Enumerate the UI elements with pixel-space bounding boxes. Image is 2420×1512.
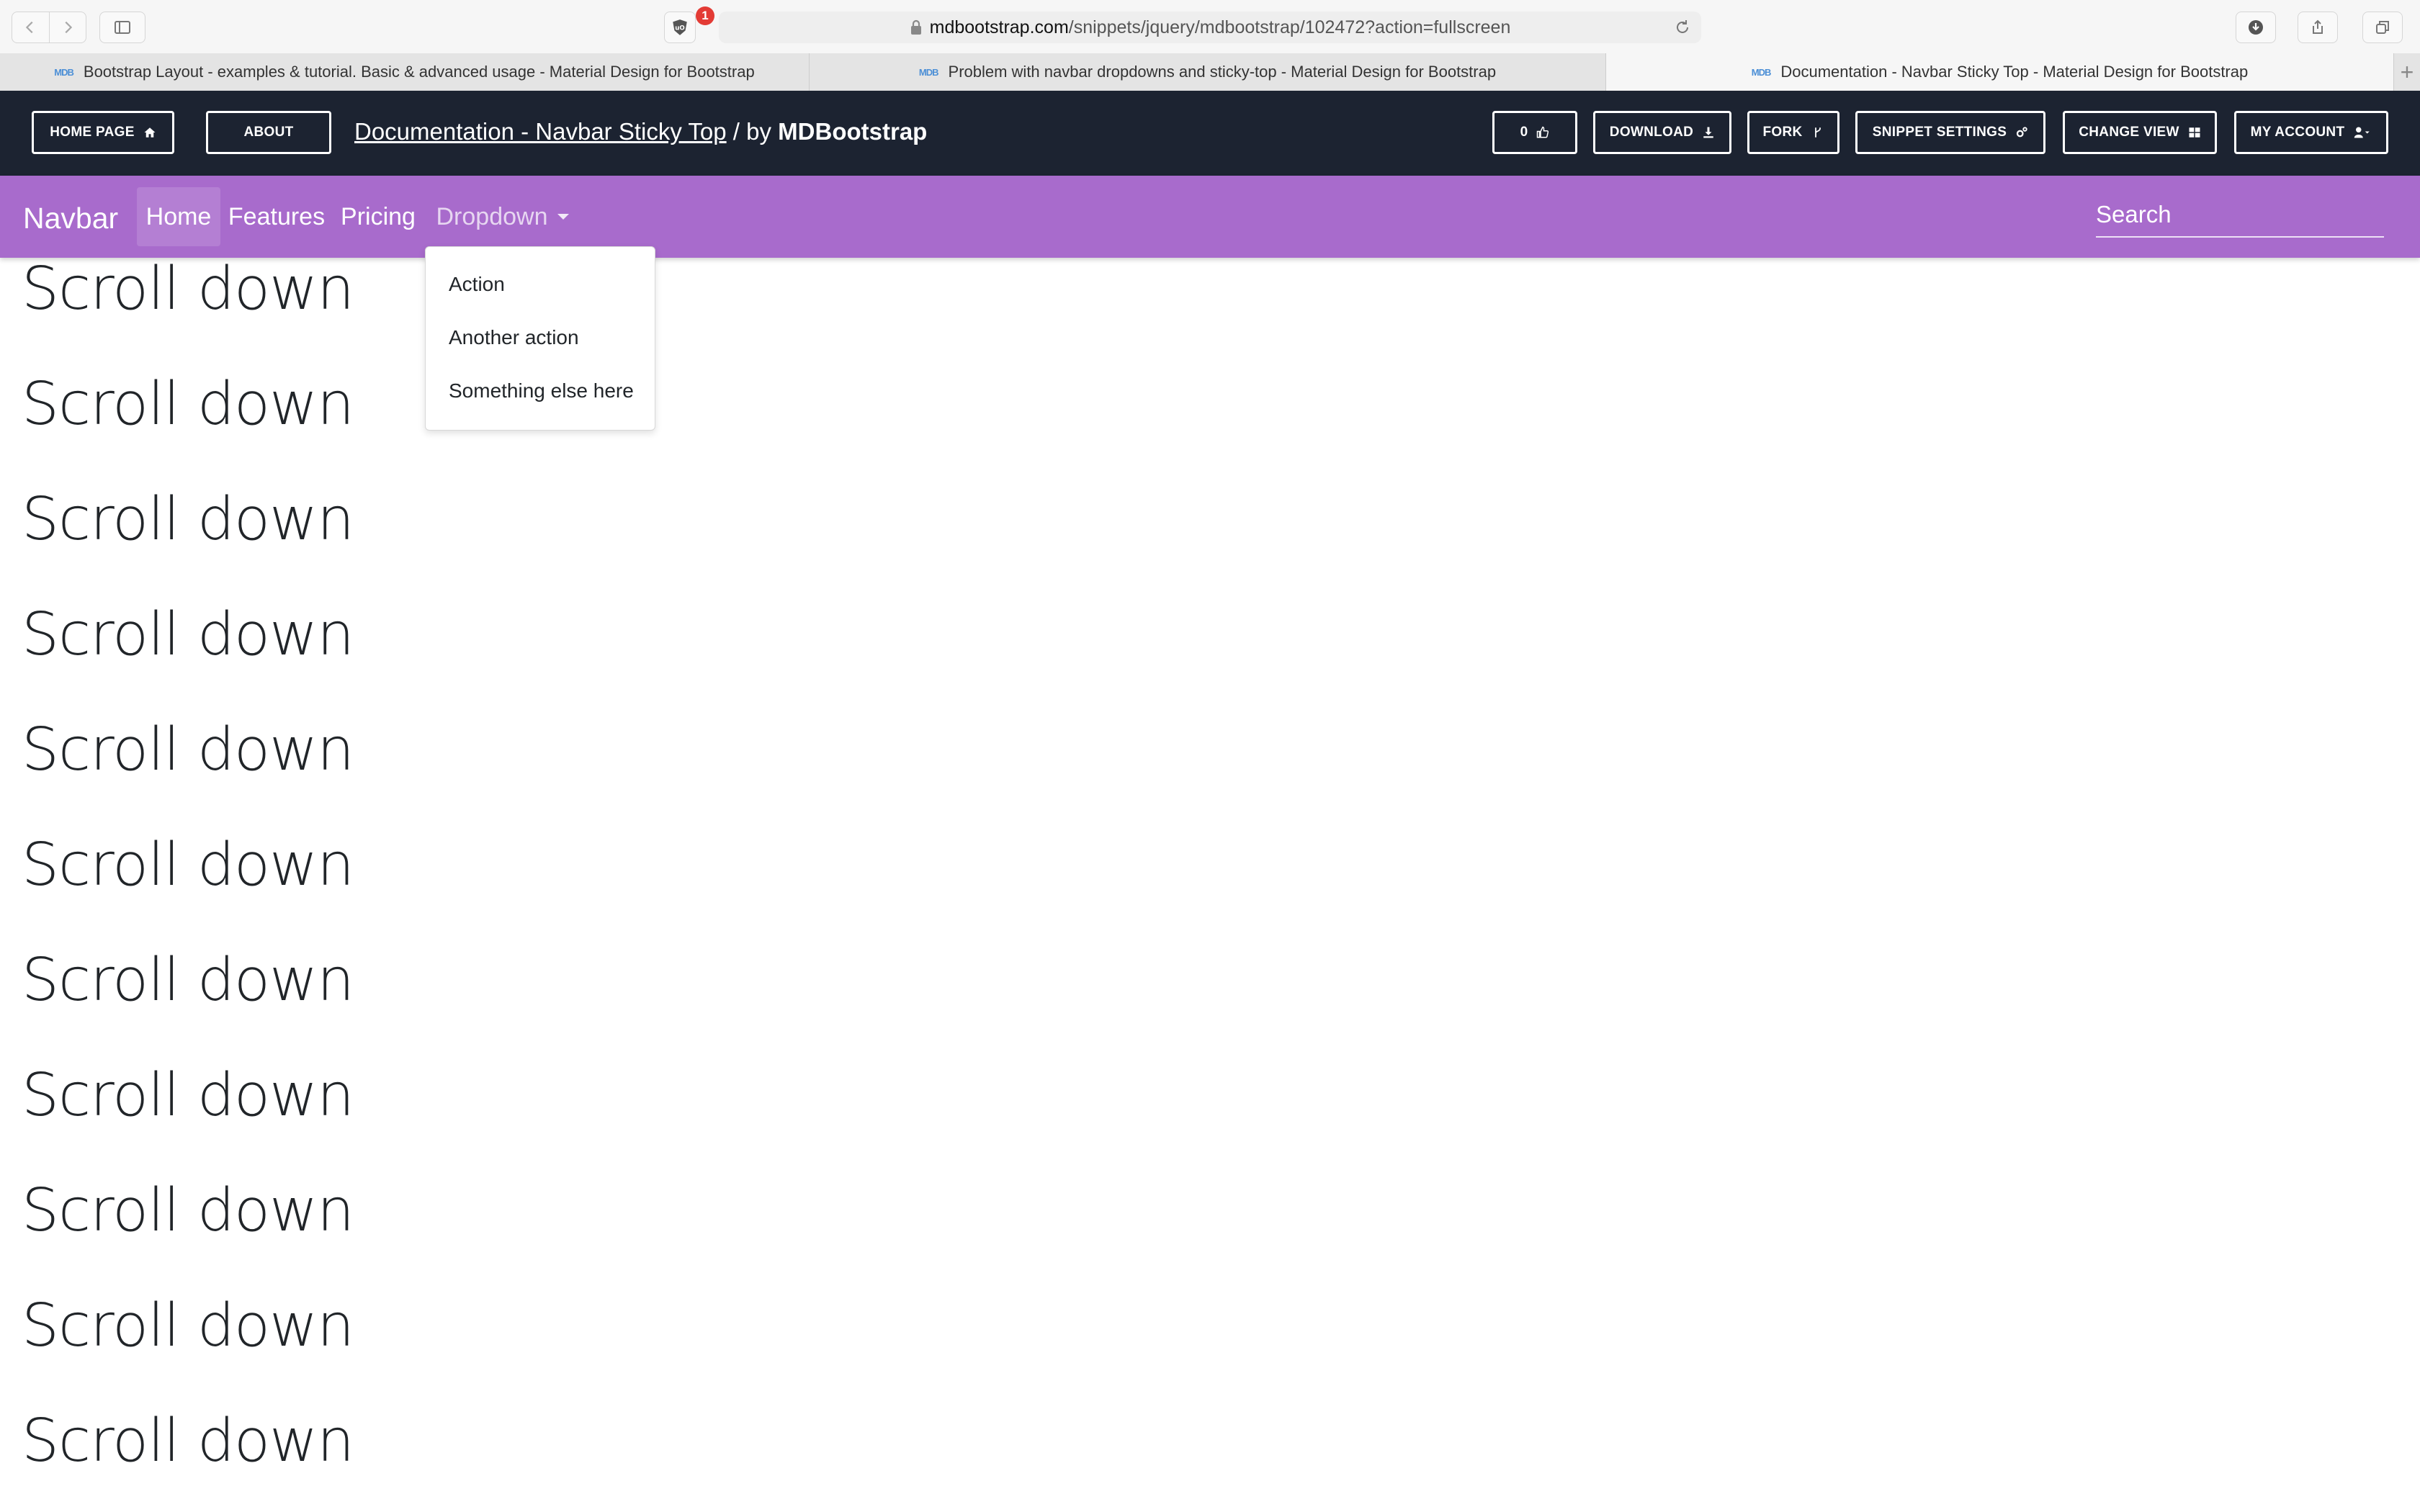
tab-title: Problem with navbar dropdowns and sticky…: [948, 63, 1497, 81]
home-page-button[interactable]: HOME PAGE: [32, 111, 174, 154]
like-button[interactable]: 0: [1492, 111, 1577, 154]
title-separator: / by: [732, 118, 771, 145]
sidebar-toggle-button[interactable]: [99, 12, 145, 43]
content-heading: Scroll down: [22, 1176, 354, 1245]
tab-navbar-dropdowns[interactable]: MDB Problem with navbar dropdowns and st…: [810, 53, 1606, 91]
nav-item-dropdown[interactable]: Dropdown: [432, 187, 573, 246]
extension-badge: 1: [696, 6, 714, 25]
home-icon: [144, 127, 156, 138]
home-page-label: HOME PAGE: [50, 125, 135, 140]
dropdown-item-action[interactable]: Action: [449, 273, 505, 296]
user-icon: [2354, 127, 2370, 138]
share-button[interactable]: [2298, 12, 2338, 43]
tab-navbar-sticky-top[interactable]: MDB Documentation - Navbar Sticky Top - …: [1606, 53, 2394, 91]
navbar-search: [2096, 193, 2384, 245]
content-heading: Scroll down: [22, 716, 354, 784]
lock-icon: [910, 19, 921, 35]
mdb-favicon-icon: MDB: [918, 66, 939, 78]
history-nav: [12, 12, 86, 43]
sticky-navbar: Navbar Home Features Pricing Dropdown: [0, 176, 2420, 258]
download-icon: [2249, 20, 2263, 35]
share-icon: [2313, 19, 2323, 34]
content-heading: Scroll down: [22, 1292, 354, 1360]
svg-text:uO: uO: [675, 24, 685, 32]
download-arrow-icon: [1703, 127, 1713, 138]
download-label: DOWNLOAD: [1609, 125, 1694, 140]
about-button[interactable]: ABOUT: [206, 111, 331, 154]
url-path: /snippets/jquery/mdbootstrap/102472?acti…: [1068, 17, 1511, 37]
snippet-settings-label: SNIPPET SETTINGS: [1872, 125, 2007, 140]
dropdown-item-another-action[interactable]: Another action: [449, 326, 579, 349]
content-heading: Scroll down: [22, 831, 354, 899]
nav-item-pricing[interactable]: Pricing: [339, 187, 418, 246]
browser-toolbar: uO 1 mdbootstrap.com/snippets/jquery/mdb…: [0, 0, 2420, 54]
dropdown-label: Dropdown: [436, 202, 548, 230]
dropdown-menu: Action Another action Something else her…: [425, 246, 655, 431]
dropdown-item-something-else[interactable]: Something else here: [449, 379, 634, 402]
snippet-title: Documentation - Navbar Sticky Top / by M…: [354, 118, 927, 145]
about-label: ABOUT: [243, 125, 294, 140]
tabs-icon: [2376, 21, 2389, 34]
tab-bar: MDB Bootstrap Layout - examples & tutori…: [0, 53, 2420, 91]
snippet-toolbar: HOME PAGE ABOUT Documentation - Navbar S…: [0, 91, 2420, 176]
shield-icon: uO: [673, 19, 687, 35]
fork-button[interactable]: FORK: [1747, 111, 1839, 154]
mdb-favicon-icon: MDB: [54, 66, 74, 78]
my-account-label: MY ACCOUNT: [2250, 125, 2345, 140]
address-bar[interactable]: mdbootstrap.com/snippets/jquery/mdbootst…: [719, 12, 1701, 43]
back-button[interactable]: [12, 12, 50, 42]
caret-down-icon: [557, 214, 570, 220]
nav-item-home[interactable]: Home: [137, 187, 220, 246]
tab-title: Bootstrap Layout - examples & tutorial. …: [83, 63, 755, 81]
content-heading: Scroll down: [22, 370, 354, 438]
content-heading: Scroll down: [22, 255, 354, 323]
navbar-brand[interactable]: Navbar: [23, 202, 118, 235]
fork-icon: [1814, 127, 1821, 138]
my-account-button[interactable]: MY ACCOUNT: [2234, 111, 2388, 154]
mdb-favicon-icon: MDB: [1751, 66, 1772, 78]
extension-button[interactable]: uO: [664, 12, 696, 43]
tab-title: Documentation - Navbar Sticky Top - Mate…: [1780, 63, 2249, 81]
tab-bootstrap-layout[interactable]: MDB Bootstrap Layout - examples & tutori…: [0, 53, 810, 91]
like-count: 0: [1520, 125, 1528, 140]
grid-icon: [2189, 127, 2200, 138]
url-domain: mdbootstrap.com: [929, 17, 1069, 37]
download-button[interactable]: DOWNLOAD: [1593, 111, 1731, 154]
content-heading: Scroll down: [22, 1407, 354, 1475]
content-heading: Scroll down: [22, 946, 354, 1014]
content-heading: Scroll down: [22, 1061, 354, 1130]
nav-item-features[interactable]: Features: [228, 187, 325, 246]
downloads-button[interactable]: [2236, 12, 2276, 43]
change-view-label: CHANGE VIEW: [2079, 125, 2179, 140]
fork-label: FORK: [1762, 125, 1803, 140]
snippet-title-link[interactable]: Documentation - Navbar Sticky Top: [354, 118, 727, 145]
cogs-icon: [2017, 127, 2027, 138]
sidebar-icon: [115, 21, 130, 34]
chevron-right-icon: [65, 21, 72, 34]
snippet-settings-button[interactable]: SNIPPET SETTINGS: [1855, 111, 2045, 154]
reload-icon[interactable]: [1674, 19, 1691, 36]
search-input[interactable]: [2096, 193, 2384, 238]
content-heading: Scroll down: [22, 485, 354, 554]
forward-button[interactable]: [50, 12, 86, 42]
thumbs-up-icon: [1537, 126, 1549, 138]
chevron-left-icon: [26, 21, 33, 34]
change-view-button[interactable]: CHANGE VIEW: [2063, 111, 2217, 154]
new-tab-button[interactable]: +: [2394, 53, 2420, 91]
tab-overview-button[interactable]: [2362, 12, 2403, 43]
content-heading: Scroll down: [22, 600, 354, 669]
snippet-author: MDBootstrap: [778, 118, 928, 145]
